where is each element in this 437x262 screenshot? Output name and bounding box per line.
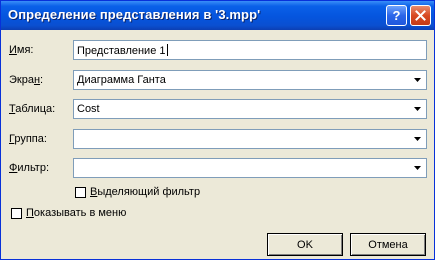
chevron-down-icon[interactable]: [410, 161, 424, 175]
table-select[interactable]: Cost: [73, 99, 427, 119]
close-icon: [415, 10, 426, 21]
chevron-down-icon[interactable]: [410, 73, 424, 87]
name-input[interactable]: Представление 1: [73, 40, 427, 60]
screen-select-value: Диаграмма Ганта: [77, 74, 166, 86]
screen-label: Экран:: [9, 74, 44, 86]
group-select[interactable]: [73, 129, 427, 149]
help-button[interactable]: ?: [386, 5, 407, 26]
ok-button[interactable]: OK: [267, 233, 343, 256]
show-in-menu-checkbox[interactable]: [11, 208, 22, 219]
dialog-body: Имя: Представление 1 Экран: Диаграмма Га…: [1, 30, 434, 259]
title-bar[interactable]: Определение представления в '3.mpp' ?: [1, 1, 434, 30]
chevron-down-icon[interactable]: [410, 102, 424, 116]
show-in-menu-label[interactable]: Показывать в меню: [26, 207, 126, 219]
table-select-value: Cost: [77, 103, 100, 115]
highlight-filter-label[interactable]: Выделяющий фильтр: [90, 186, 200, 198]
cancel-button[interactable]: Отмена: [350, 233, 426, 256]
screen-select[interactable]: Диаграмма Ганта: [73, 70, 427, 90]
close-button[interactable]: [410, 5, 431, 26]
help-icon: ?: [392, 8, 401, 23]
table-label: Таблица:: [9, 103, 56, 115]
highlight-filter-checkbox[interactable]: [75, 187, 86, 198]
dialog-title: Определение представления в '3.mpp': [8, 7, 261, 22]
filter-label: Фильтр:: [9, 162, 50, 174]
group-label: Группа:: [9, 133, 47, 145]
name-input-value: Представление 1: [77, 44, 168, 57]
filter-select[interactable]: [73, 158, 427, 178]
name-label: Имя:: [9, 44, 34, 56]
dialog-window: Определение представления в '3.mpp' ? Им…: [0, 0, 435, 260]
chevron-down-icon[interactable]: [410, 132, 424, 146]
